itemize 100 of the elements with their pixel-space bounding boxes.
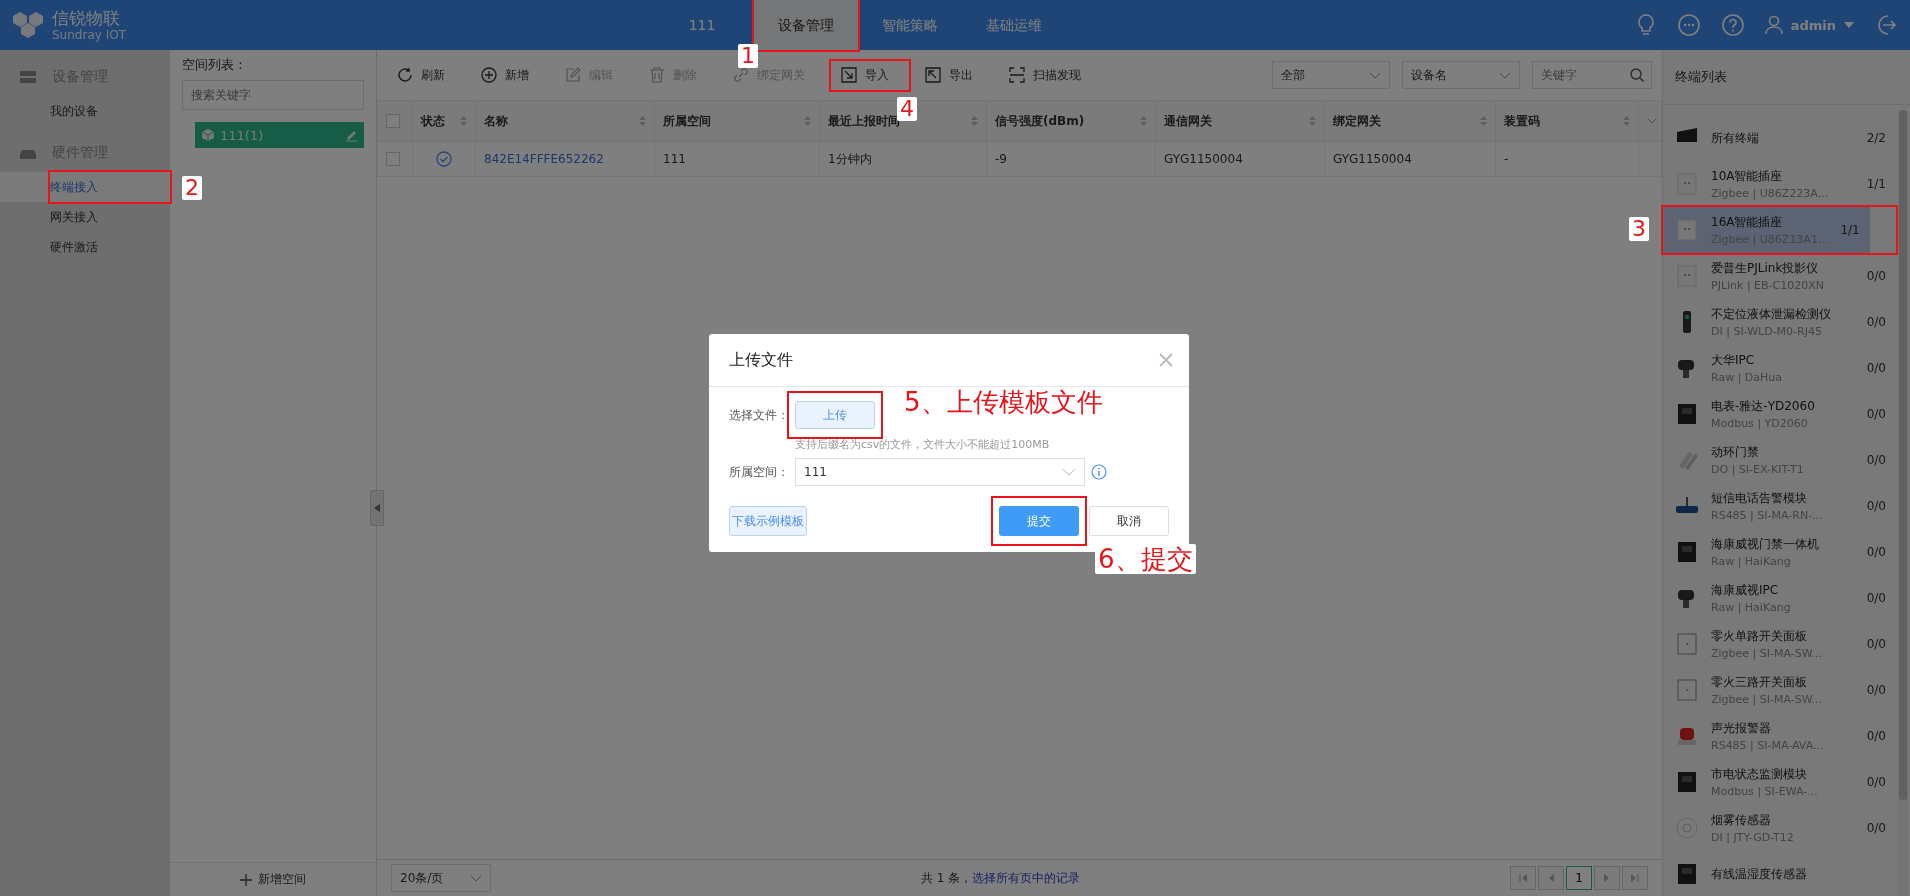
user-icon xyxy=(1764,15,1783,35)
caret-icon xyxy=(1844,22,1854,28)
page-number[interactable]: 1 xyxy=(1566,866,1592,890)
toolbar-button[interactable]: 扫描发现 xyxy=(999,60,1091,90)
table-cell: -9 xyxy=(986,141,1156,177)
hexagon-logo-icon xyxy=(10,10,46,40)
table-cell: 111 xyxy=(654,141,820,177)
first-page-button[interactable] xyxy=(1510,866,1536,890)
cube-icon xyxy=(201,128,215,142)
dropdown[interactable]: 设备名 xyxy=(1402,61,1520,89)
nav-tab[interactable]: 基础运维 xyxy=(962,0,1066,50)
device-icon xyxy=(1675,218,1699,242)
sort-icon xyxy=(971,116,978,126)
chevron-down-icon xyxy=(470,874,482,882)
panel-title: 空间列表： xyxy=(182,56,248,74)
close-icon xyxy=(1159,353,1173,367)
hint-text: 支持后缀名为csv的文件，文件大小不能超过100MB xyxy=(794,437,1051,452)
checkbox[interactable] xyxy=(386,114,400,128)
sidebar-item[interactable]: 我的设备 xyxy=(0,96,170,126)
toolbar-button[interactable]: 导出 xyxy=(915,60,983,90)
table-cell: GYG1150004 xyxy=(1155,141,1325,177)
scan-icon xyxy=(1009,67,1025,83)
table-cell: GYG1150004 xyxy=(1324,141,1496,177)
sort-icon xyxy=(804,116,811,126)
cancel-button[interactable]: 取消 xyxy=(1089,506,1169,536)
terminal-type-item[interactable]: 有线温湿度传感器 xyxy=(1663,851,1896,896)
checkbox[interactable] xyxy=(386,152,400,166)
toolbar-button[interactable]: 刷新 xyxy=(387,60,455,90)
export-icon xyxy=(925,67,941,83)
dropdown[interactable]: 20条/页 xyxy=(391,864,491,892)
nav-tab[interactable]: 智能策略 xyxy=(858,0,962,50)
chevron-down-icon xyxy=(1647,118,1657,124)
column-header[interactable]: 信号强度(dBm) xyxy=(986,100,1156,142)
annotation-label: 2 xyxy=(182,176,202,200)
logo-title: 信锐物联 xyxy=(52,8,121,28)
dropdown[interactable]: 全部 xyxy=(1272,61,1390,89)
sidebar-item[interactable]: 硬件激活 xyxy=(0,232,170,262)
column-header[interactable]: 通信网关 xyxy=(1155,100,1325,142)
column-header[interactable]: 状态 xyxy=(412,100,476,142)
device-icon xyxy=(1675,264,1699,288)
plus-icon xyxy=(240,873,252,886)
search-field[interactable]: 关键字 xyxy=(1532,61,1652,89)
scrollbar-thumb[interactable] xyxy=(1899,110,1907,800)
first-page-icon xyxy=(1519,874,1527,882)
table-cell: 1分钟内 xyxy=(819,141,987,177)
device-icon xyxy=(1675,816,1699,840)
user-name[interactable]: admin xyxy=(1790,17,1836,33)
field-label: 选择文件： xyxy=(729,406,789,424)
device-icon xyxy=(1675,632,1699,656)
dialog-title: 上传文件 xyxy=(729,349,793,371)
drive-icon xyxy=(20,147,36,159)
annotation-label: 4 xyxy=(897,96,917,121)
edit-icon xyxy=(345,128,358,142)
server-icon xyxy=(20,71,36,83)
column-header[interactable]: 所属空间 xyxy=(654,100,820,142)
select-all-link[interactable]: 选择所有页中的记录 xyxy=(972,870,1081,885)
upload-button[interactable]: 上传 xyxy=(795,401,875,429)
sort-icon xyxy=(1309,116,1316,126)
sort-icon xyxy=(460,116,467,126)
chevron-down-icon xyxy=(1369,71,1381,79)
next-page-icon xyxy=(1603,874,1611,882)
previous-page-icon xyxy=(1547,874,1555,882)
refresh-icon xyxy=(397,67,413,83)
space-dropdown[interactable]: 111 xyxy=(795,458,1085,486)
field-label: 所属空间： xyxy=(729,463,789,481)
annotation-label: 3 xyxy=(1629,217,1649,241)
device-icon xyxy=(1675,172,1699,196)
left-arrow-icon xyxy=(374,504,380,512)
previous-page-button[interactable] xyxy=(1538,866,1564,890)
submit-button[interactable]: 提交 xyxy=(999,506,1079,536)
chevron-down-icon xyxy=(1499,71,1511,79)
annotation-label: 6、提交 xyxy=(1095,544,1196,574)
toolbar-button[interactable]: 新增 xyxy=(471,60,539,90)
device-icon xyxy=(1675,862,1699,886)
device-icon xyxy=(1675,678,1699,702)
sort-icon xyxy=(1480,116,1487,126)
help-icon xyxy=(1720,13,1745,37)
toolbar-button[interactable]: 导入 xyxy=(831,60,899,90)
column-header[interactable]: 绑定网关 xyxy=(1324,100,1496,142)
last-page-button[interactable] xyxy=(1622,866,1648,890)
device-name-link[interactable]: 842E14FFFE652262 xyxy=(475,141,655,177)
search-icon xyxy=(1630,68,1644,82)
collapse-handle[interactable] xyxy=(370,490,384,526)
device-icon xyxy=(1675,770,1699,794)
search-field[interactable]: 搜索关键字 xyxy=(182,80,364,110)
terminal-type-item[interactable]: 所有终端 2/2 xyxy=(1663,115,1896,161)
column-header[interactable]: 装置码 xyxy=(1495,100,1639,142)
info-icon xyxy=(1091,464,1107,480)
table-cell: - xyxy=(1495,141,1639,177)
logo-subtitle: Sundray IOT xyxy=(52,28,126,42)
plus-circle-icon xyxy=(481,67,497,83)
import-icon xyxy=(841,67,857,83)
device-icon xyxy=(1675,402,1699,426)
next-page-button[interactable] xyxy=(1594,866,1620,890)
column-header[interactable]: 名称 xyxy=(475,100,655,142)
download-template-button[interactable]: 下载示例模板 xyxy=(729,506,807,536)
nav-tab[interactable]: 设备管理 xyxy=(754,0,858,50)
last-page-icon xyxy=(1631,874,1639,882)
chat-icon xyxy=(1676,13,1701,37)
annotation-label: 1 xyxy=(738,44,758,68)
